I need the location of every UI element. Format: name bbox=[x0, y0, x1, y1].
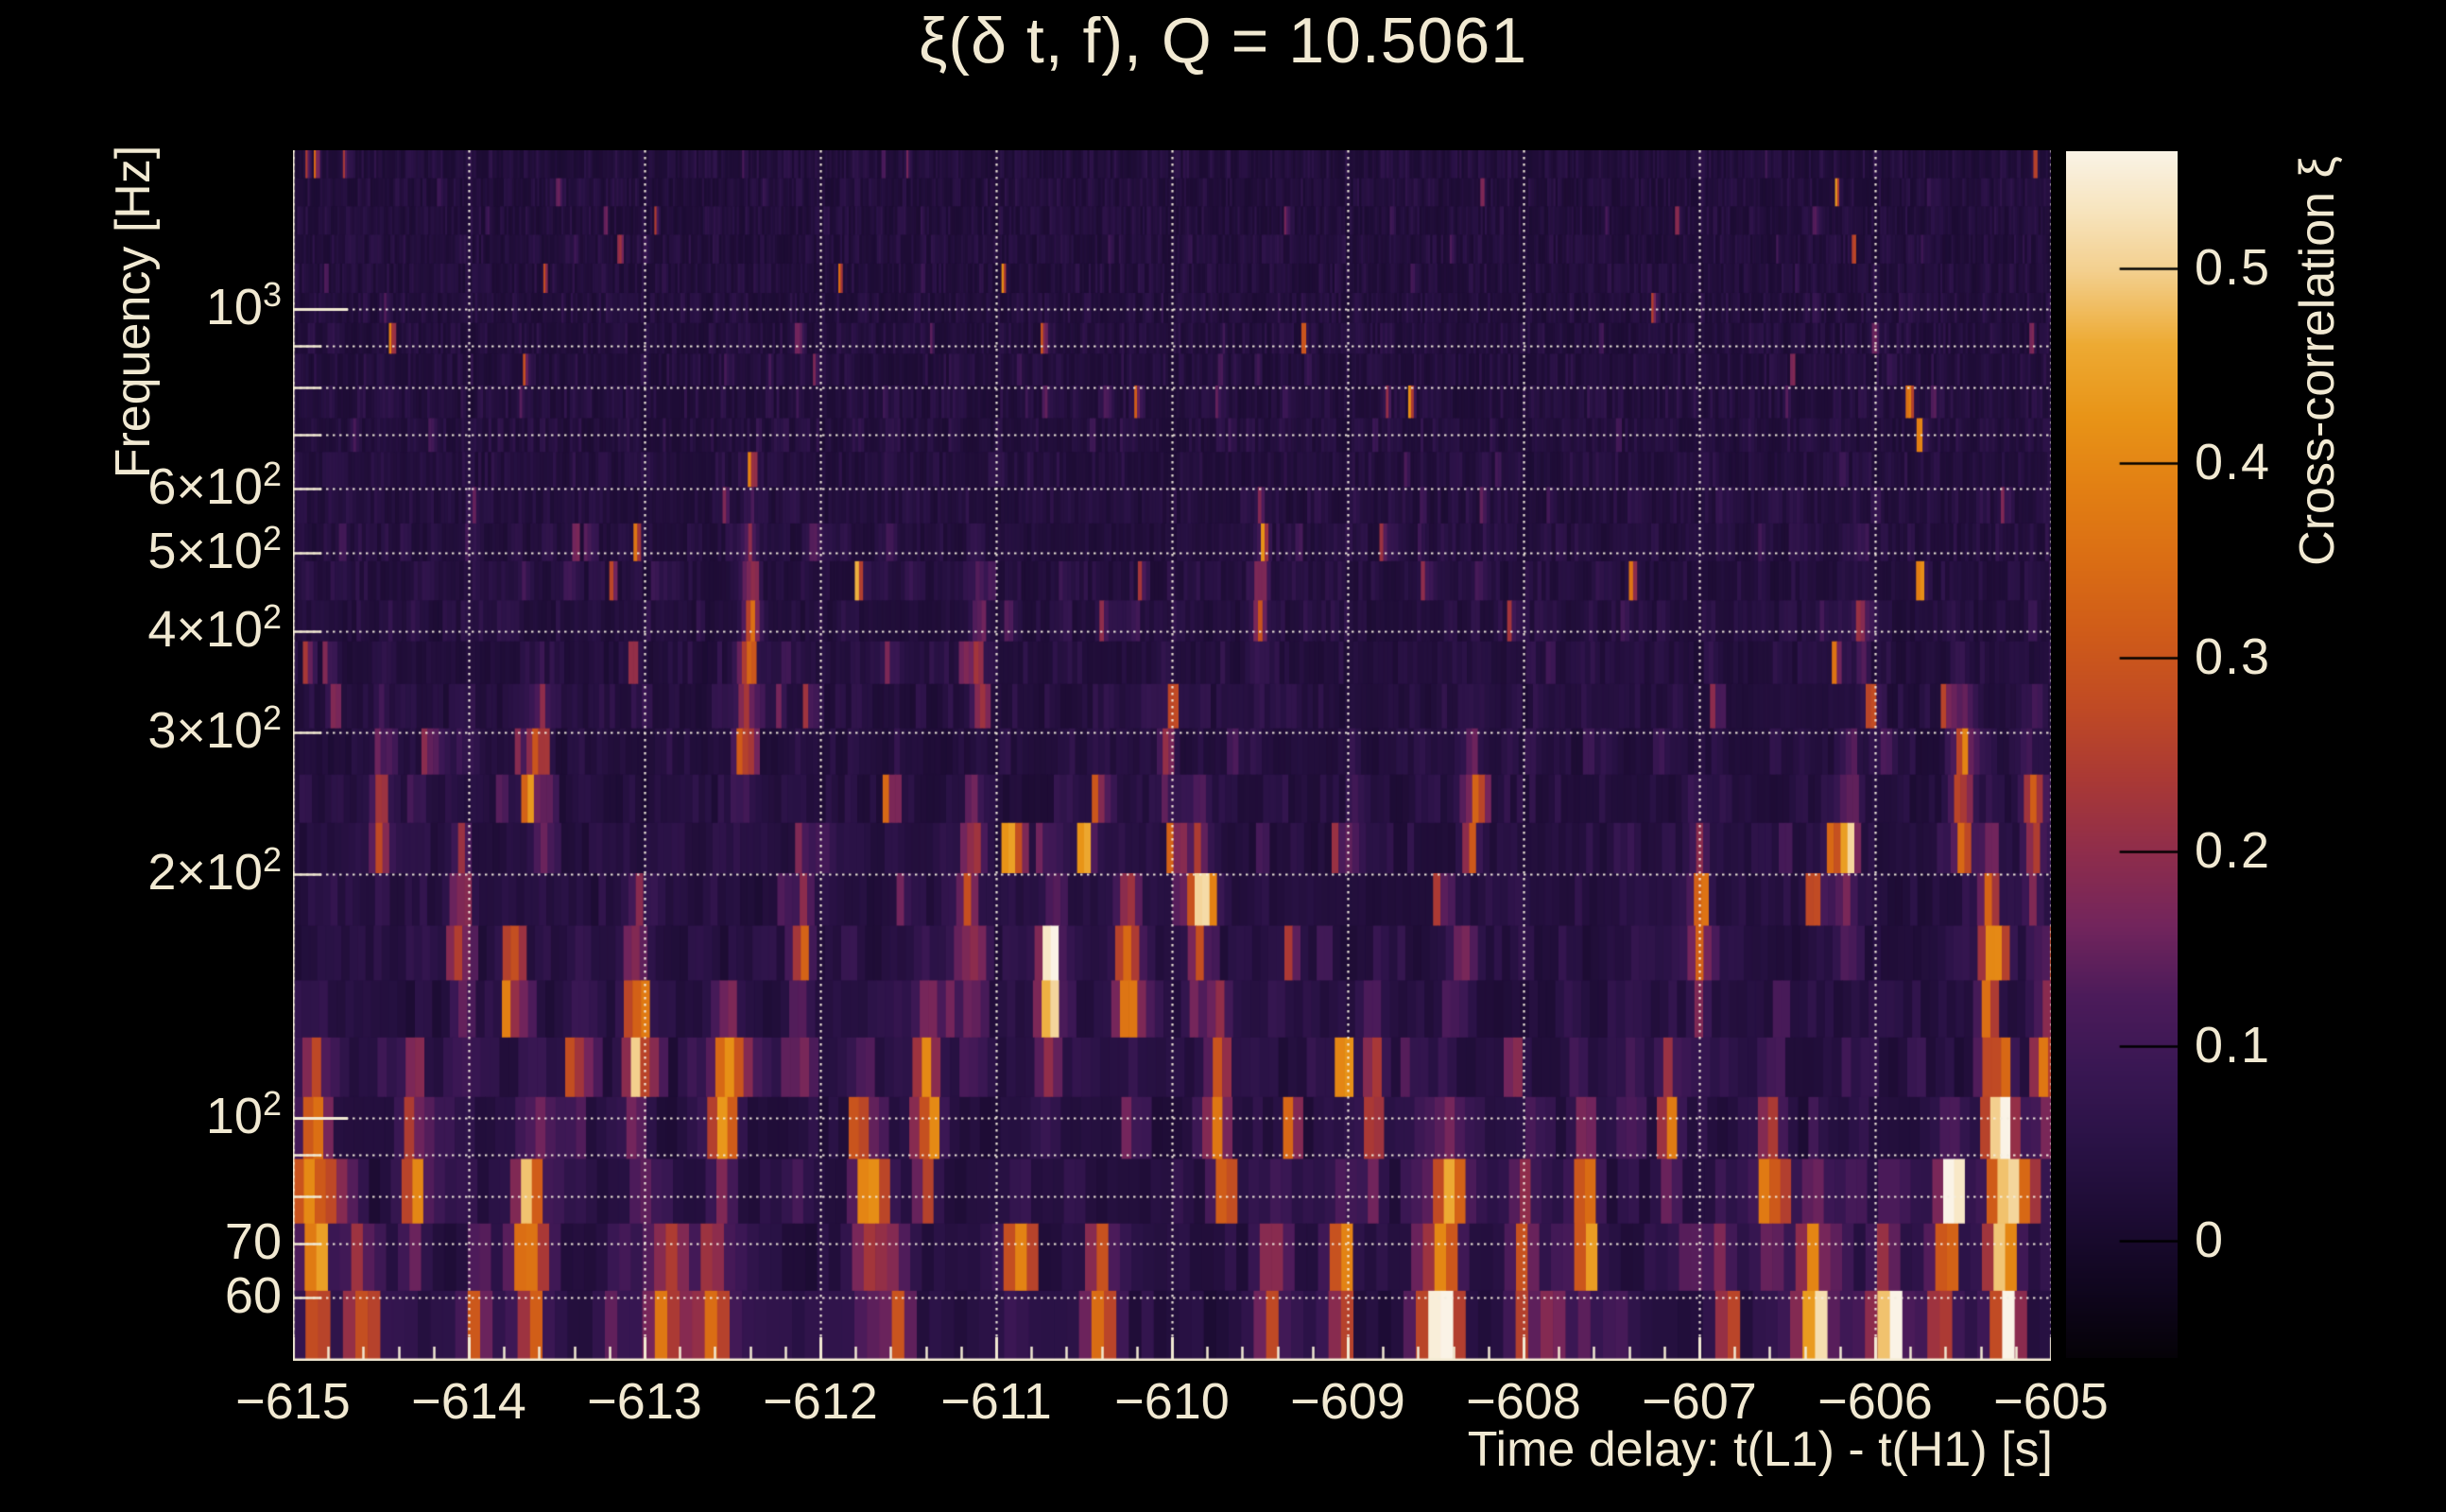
y-tick-label: 103 bbox=[205, 275, 282, 336]
y-tick-label: 2×102 bbox=[147, 840, 282, 902]
y-tick-label: 5×102 bbox=[147, 518, 282, 579]
x-tick-label: −613 bbox=[587, 1373, 702, 1430]
y-tick-label: 60 bbox=[224, 1266, 282, 1324]
colorbar-title: Cross-correlation ξ bbox=[2290, 156, 2345, 566]
y-tick-label: 70 bbox=[224, 1212, 282, 1270]
y-tick-label: 102 bbox=[205, 1084, 282, 1145]
colorbar-tick-label: 0 bbox=[2195, 1211, 2226, 1269]
colorbar-tick-label: 0.5 bbox=[2195, 238, 2272, 296]
x-tick-label: −607 bbox=[1642, 1373, 1757, 1430]
chart-title: ξ(δ t, f), Q = 10.5061 bbox=[918, 5, 1528, 77]
y-axis-title: Frequency [Hz] bbox=[106, 145, 161, 479]
x-tick-label: −608 bbox=[1466, 1373, 1581, 1430]
y-tick-label: 4×102 bbox=[147, 596, 282, 658]
colorbar-tick-label: 0.1 bbox=[2195, 1017, 2272, 1074]
y-tick-label: 6×102 bbox=[147, 455, 282, 516]
figure: ξ(δ t, f), Q = 10.5061 Frequency [Hz] Ti… bbox=[0, 0, 2446, 1512]
x-tick-label: −609 bbox=[1290, 1373, 1405, 1430]
colorbar-tick-label: 0.2 bbox=[2195, 822, 2272, 880]
x-tick-label: −614 bbox=[411, 1373, 526, 1430]
colorbar bbox=[2066, 151, 2178, 1358]
y-tick-label: 3×102 bbox=[147, 697, 282, 759]
x-tick-label: −610 bbox=[1114, 1373, 1230, 1430]
heatmap-canvas bbox=[293, 150, 2051, 1361]
colorbar-tick-label: 0.4 bbox=[2195, 433, 2272, 490]
colorbar-tick-label: 0.3 bbox=[2195, 627, 2272, 685]
x-tick-label: −611 bbox=[940, 1373, 1052, 1430]
x-tick-label: −615 bbox=[235, 1373, 351, 1430]
x-tick-label: −605 bbox=[1993, 1373, 2109, 1430]
x-tick-label: −612 bbox=[763, 1373, 878, 1430]
x-tick-label: −606 bbox=[1817, 1373, 1933, 1430]
